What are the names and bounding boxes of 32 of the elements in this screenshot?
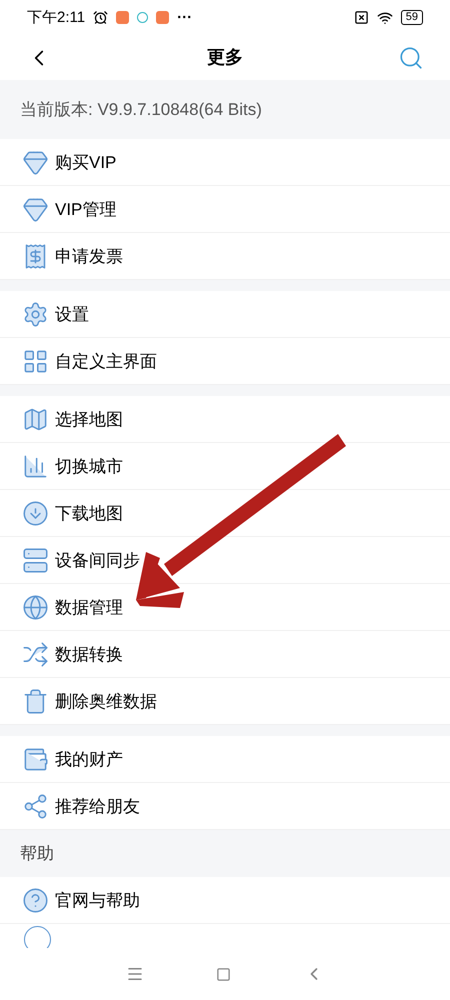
globe-icon: [22, 594, 49, 621]
menu-item[interactable]: 购买VIP: [0, 139, 450, 186]
menu-item[interactable]: 我的财产: [0, 736, 450, 784]
download-icon: [22, 500, 49, 527]
chart-icon: [22, 452, 49, 480]
wallet-icon: [22, 746, 49, 773]
settings-icon: [22, 300, 49, 328]
grid-icon: [22, 348, 49, 375]
home-icon[interactable]: [216, 966, 232, 982]
app-icon: [156, 11, 170, 24]
share-icon: [22, 792, 49, 820]
wifi-icon: [376, 10, 393, 26]
menu-item[interactable]: 官网与帮助: [0, 877, 450, 924]
status-time: 下午2:11: [27, 8, 86, 28]
trash-icon: [22, 688, 49, 715]
more-notifications: ···: [177, 8, 192, 28]
version-text: 当前版本: V9.9.7.10848(64 Bits): [20, 98, 262, 121]
app-icon: [116, 11, 130, 24]
alarm-icon: [93, 10, 108, 26]
search-button[interactable]: [398, 44, 424, 71]
convert-icon: [22, 640, 49, 668]
battery-indicator: 59: [400, 10, 423, 26]
diamond-icon: [22, 148, 49, 176]
help-icon: [22, 886, 49, 914]
menu-item[interactable]: VIP管理: [0, 186, 450, 234]
diamond-icon: [22, 196, 49, 223]
search-icon: [398, 44, 424, 71]
menu-item[interactable]: 设置: [0, 291, 450, 338]
app-icon: [137, 12, 148, 24]
page-title: 更多: [207, 46, 243, 70]
menu-item[interactable]: 数据转换: [0, 631, 450, 678]
section-heading: 帮助: [20, 843, 54, 866]
